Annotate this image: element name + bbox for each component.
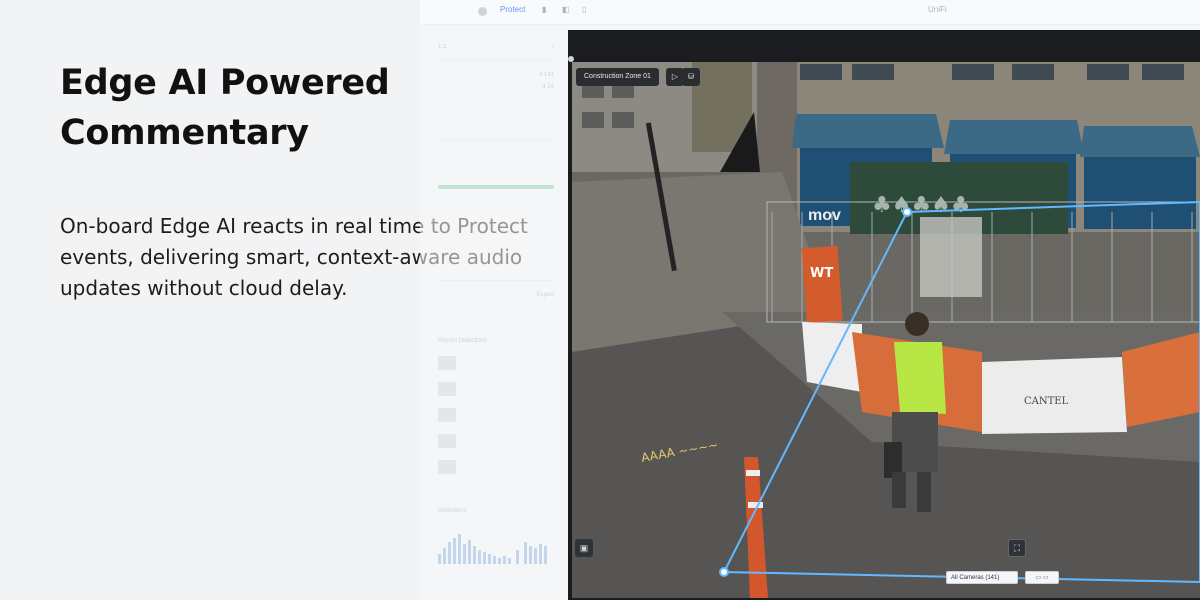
sidebar-section-title: Recent Detections [438,338,488,344]
video-viewer: mov ♣♠♣♠♣ WT CANTEL AAAA ~~~~ Constructi… [568,30,1200,600]
storage-icon[interactable]: ⛁ [682,68,700,86]
stat-row: 4 24 [542,84,554,90]
app-top-bar: Protect ▮ ◧ ▯ UniFi [420,0,1200,25]
grid-icon[interactable]: ◧ [562,5,570,14]
snapshot-button[interactable]: ▣ [575,539,593,557]
camera-icon[interactable]: ▮ [542,5,546,14]
zone-name-label: Construction Zone 01 [576,68,659,86]
status-dot-icon [478,7,487,16]
detection-thumbnail[interactable] [438,356,456,370]
layout-toggle-button[interactable]: ▭ ▭ [1025,571,1059,584]
storage-bar [438,185,554,189]
sidebar-section-title: Detections [438,508,467,514]
sidebar-header: 1:1 › [438,44,554,52]
export-link[interactable]: Export [438,292,554,300]
svg-text:♣♠♣♠♣: ♣♠♣♠♣ [872,193,971,218]
device-icon[interactable]: ▯ [582,5,586,14]
barrier-sign: CANTEL [1024,396,1069,407]
detection-thumbnail[interactable] [438,408,456,422]
camera-select[interactable]: All Cameras (141) [946,571,1018,584]
app-sidebar: 1:1 › 4 141 4 24 Export Recent Detections… [428,30,560,600]
zone-vertex-handle [902,207,912,217]
zoom-level: 1:1 [438,44,447,50]
street-scene: mov ♣♠♣♠♣ WT CANTEL AAAA ~~~~ [572,62,1200,598]
stat-row: 4 141 [538,72,554,78]
app-title: UniFi [928,5,947,14]
awning [792,114,944,148]
banner-sign: WT [810,266,833,281]
detection-thumbnail[interactable] [438,382,456,396]
camera-feed[interactable]: mov ♣♠♣♠♣ WT CANTEL AAAA ~~~~ [572,62,1200,598]
chevron-right-icon[interactable]: › [552,44,554,50]
worker [905,312,929,336]
banner [801,245,843,324]
fullscreen-button[interactable]: ⛶ [1008,539,1026,557]
detection-thumbnail[interactable] [438,434,456,448]
hero-title: Edge AI Powered Commentary [60,63,390,153]
protect-nav-link[interactable]: Protect [500,5,525,14]
detection-thumbnail[interactable] [438,460,456,474]
zone-vertex-handle [719,567,729,577]
activity-histogram [436,530,556,564]
awning [1080,126,1200,157]
store-sign: mov [808,207,841,224]
awning [944,120,1084,154]
